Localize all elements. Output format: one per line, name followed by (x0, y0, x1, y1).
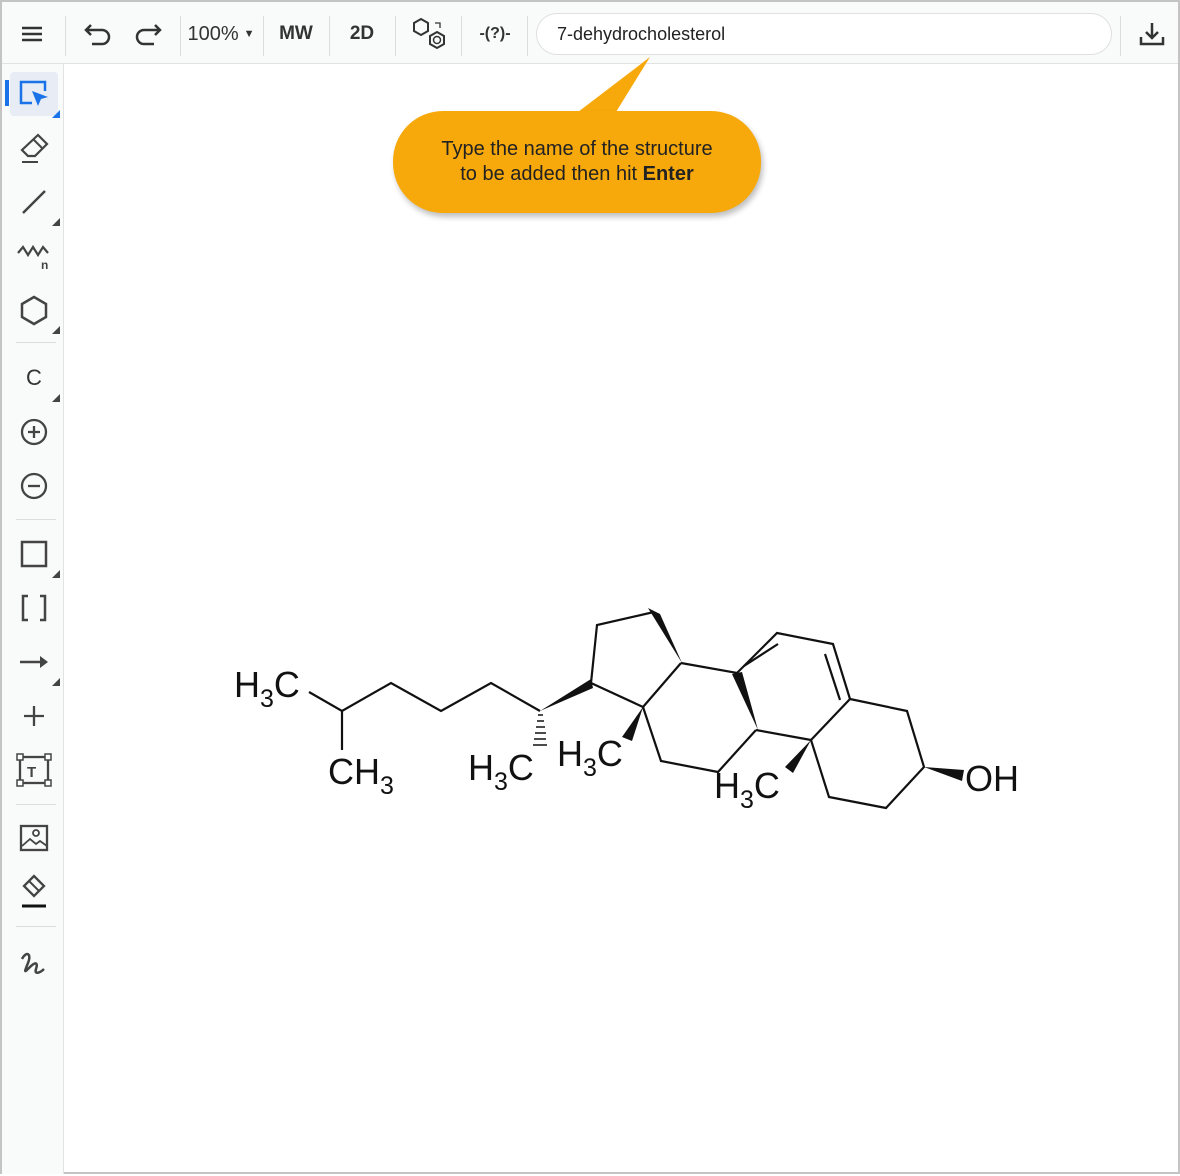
svg-text:H3C: H3C (714, 765, 780, 814)
molecule-canvas[interactable]: H3C CH3 H3C H3C H3C OH (2, 2, 1180, 1176)
svg-text:CH3: CH3 (328, 751, 394, 800)
svg-text:H3C: H3C (234, 664, 300, 713)
app-frame: 100%▼ MW 2D -(?)- n C T Type the name of… (0, 0, 1180, 1174)
svg-text:H3C: H3C (557, 733, 623, 782)
bonds (308, 610, 926, 810)
svg-text:OH: OH (965, 758, 1019, 799)
hashed-bond (533, 714, 547, 746)
svg-text:H3C: H3C (468, 747, 534, 796)
